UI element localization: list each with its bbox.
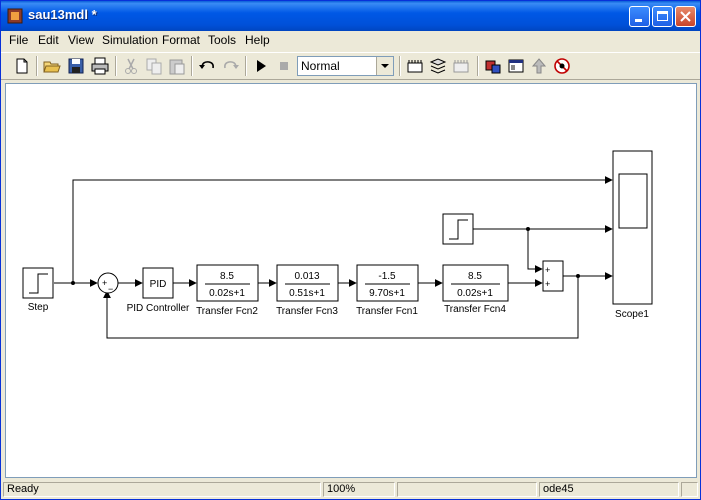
maximize-icon [657,11,668,21]
toolbar-separator [191,56,193,76]
pid-controller-label: PID Controller [127,303,190,314]
debug-icon[interactable] [552,56,572,76]
menu-bar: File Edit View Simulation Format Tools H… [1,31,700,50]
toolbar-separator [36,56,38,76]
new-model-icon[interactable] [12,56,32,76]
undo-icon[interactable] [197,56,217,76]
start-simulation-icon[interactable] [251,56,271,76]
print-icon[interactable] [90,56,110,76]
close-icon [680,11,691,22]
minimize-icon [635,19,642,22]
menu-tools[interactable]: Tools [208,33,236,47]
transfer-fcn1-numerator: -1.5 [378,271,396,282]
solver-name: ode45 [539,482,679,497]
model-explorer-icon[interactable] [506,56,526,76]
status-text: Ready [3,482,321,497]
redo-icon[interactable] [221,56,241,76]
toolbar: Normal [1,52,700,80]
go-to-parent-icon[interactable] [529,56,549,76]
scope1-block[interactable] [612,150,653,305]
toolbar-separator [115,56,117,76]
step-block-label: Step [28,302,49,313]
menu-view[interactable]: View [68,33,94,47]
minimize-button[interactable] [629,6,650,27]
copy-icon[interactable] [144,56,164,76]
chevron-down-icon[interactable] [376,57,393,75]
menu-help[interactable]: Help [245,33,270,47]
menu-edit[interactable]: Edit [38,33,59,47]
transfer-fcn1-denominator: 9.70s+1 [369,288,405,299]
transfer-fcn3-denominator: 0.51s+1 [289,288,325,299]
menu-file[interactable]: File [9,33,28,47]
sum-plus-sign: + [102,278,107,288]
scope1-label: Scope1 [615,309,649,320]
transfer-fcn4-numerator: 8.5 [468,271,482,282]
maximize-button[interactable] [652,6,673,27]
toolbar-separator [477,56,479,76]
simulink-window: sau13mdl * File Edit View Simulation For… [0,0,701,500]
menu-simulation[interactable]: Simulation [102,33,158,47]
toolbar-separator [399,56,401,76]
save-icon[interactable] [66,56,86,76]
add-block-plus-2: + [545,279,550,289]
library-browser-icon[interactable] [483,56,503,76]
transfer-fcn2-numerator: 8.5 [220,271,234,282]
block-diagram[interactable]: Step + − PID PID Controller 8.5 0.02s+1 … [6,84,696,477]
step2-block[interactable] [442,213,474,245]
close-button[interactable] [675,6,696,27]
simulation-mode-value: Normal [301,59,340,73]
model-canvas[interactable]: Step + − PID PID Controller 8.5 0.02s+1 … [5,83,697,478]
stop-simulation-icon[interactable] [274,56,294,76]
transfer-fcn3-label: Transfer Fcn3 [276,306,338,317]
transfer-fcn3-numerator: 0.013 [294,271,319,282]
status-blank [397,482,537,497]
resize-grip-icon[interactable] [681,482,698,497]
transfer-fcn1-label: Transfer Fcn1 [356,306,418,317]
transfer-fcn2-label: Transfer Fcn2 [196,306,258,317]
pid-block-text: PID [150,279,167,290]
menu-format[interactable]: Format [162,33,200,47]
toolbar-separator [245,56,247,76]
open-folder-icon[interactable] [42,56,62,76]
build-icon[interactable] [405,56,425,76]
sum-minus-sign: − [108,284,113,294]
simulation-mode-select[interactable]: Normal [297,56,394,76]
paste-icon[interactable] [167,56,187,76]
transfer-fcn4-denominator: 0.02s+1 [457,288,493,299]
add-block-plus-1: + [545,265,550,275]
status-bar: Ready 100% ode45 [1,481,700,499]
step-block[interactable] [22,267,54,299]
incremental-build-icon[interactable] [451,56,471,76]
transfer-fcn4-label: Transfer Fcn4 [444,304,506,315]
title-bar[interactable]: sau13mdl * [1,1,700,31]
update-diagram-icon[interactable] [428,56,448,76]
cut-icon[interactable] [121,56,141,76]
zoom-level: 100% [323,482,395,497]
window-title: sau13mdl * [28,7,97,22]
transfer-fcn2-denominator: 0.02s+1 [209,288,245,299]
simulink-app-icon [7,8,23,24]
